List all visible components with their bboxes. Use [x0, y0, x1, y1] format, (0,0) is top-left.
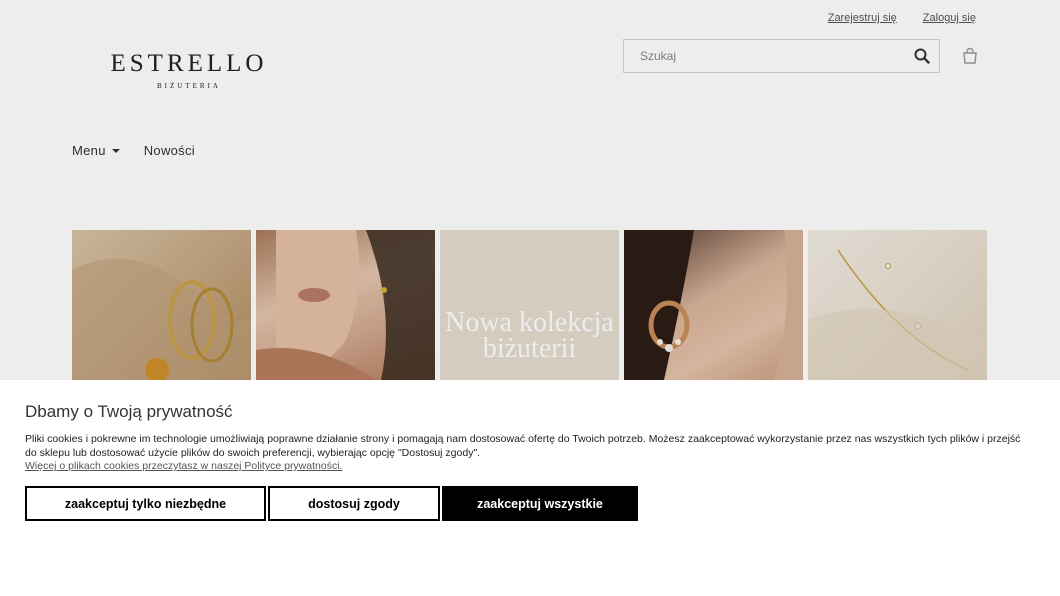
nav-menu-label: Menu — [72, 143, 106, 158]
logo-tagline: BIŻUTERIA — [157, 82, 221, 90]
main-nav: Menu Nowości — [72, 143, 195, 158]
logo-wordmark: ESTRELLO — [110, 50, 268, 77]
product-gallery: Nowa kolekcja biżuterii — [72, 230, 987, 380]
register-link[interactable]: Zarejestruj się — [828, 12, 897, 24]
accept-all-button[interactable]: zaakceptuj wszystkie — [442, 486, 638, 521]
top-links: Zarejestruj się Zaloguj się — [828, 12, 976, 24]
login-link[interactable]: Zaloguj się — [923, 12, 976, 24]
cookie-description: Pliki cookies i pokrewne im technologie … — [25, 433, 1021, 459]
search-icon[interactable] — [913, 47, 931, 65]
collection-promo-text: Nowa kolekcja biżuterii — [445, 307, 614, 364]
cookie-banner: Dbamy o Twoją prywatność Pliki cookies i… — [0, 380, 1060, 596]
page: Zarejestruj się Zaloguj się ESTRELLO BIŻ… — [0, 0, 1060, 596]
cookie-title: Dbamy o Twoją prywatność — [25, 402, 233, 421]
cart-icon[interactable] — [961, 47, 979, 65]
gallery-tile-collection[interactable]: Nowa kolekcja biżuterii — [440, 230, 619, 380]
gallery-tile-necklace[interactable] — [808, 230, 987, 380]
gallery-tile-earrings[interactable] — [624, 230, 803, 380]
search-box — [623, 39, 940, 73]
nav-menu[interactable]: Menu — [72, 143, 120, 158]
gallery-tile-bracelet[interactable] — [72, 230, 251, 380]
nav-new-label: Nowości — [143, 143, 195, 158]
caret-down-icon — [111, 148, 120, 153]
customize-consent-button[interactable]: dostosuj zgody — [268, 486, 440, 521]
gallery-tile-model[interactable] — [256, 230, 435, 380]
nav-new[interactable]: Nowości — [144, 143, 195, 158]
logo[interactable]: ESTRELLO BIŻUTERIA — [97, 50, 281, 90]
accept-necessary-button[interactable]: zaakceptuj tylko niezbędne — [25, 486, 266, 521]
search-input[interactable] — [638, 48, 892, 64]
privacy-policy-link[interactable]: Więcej o plikach cookies przeczytasz w n… — [25, 460, 342, 472]
